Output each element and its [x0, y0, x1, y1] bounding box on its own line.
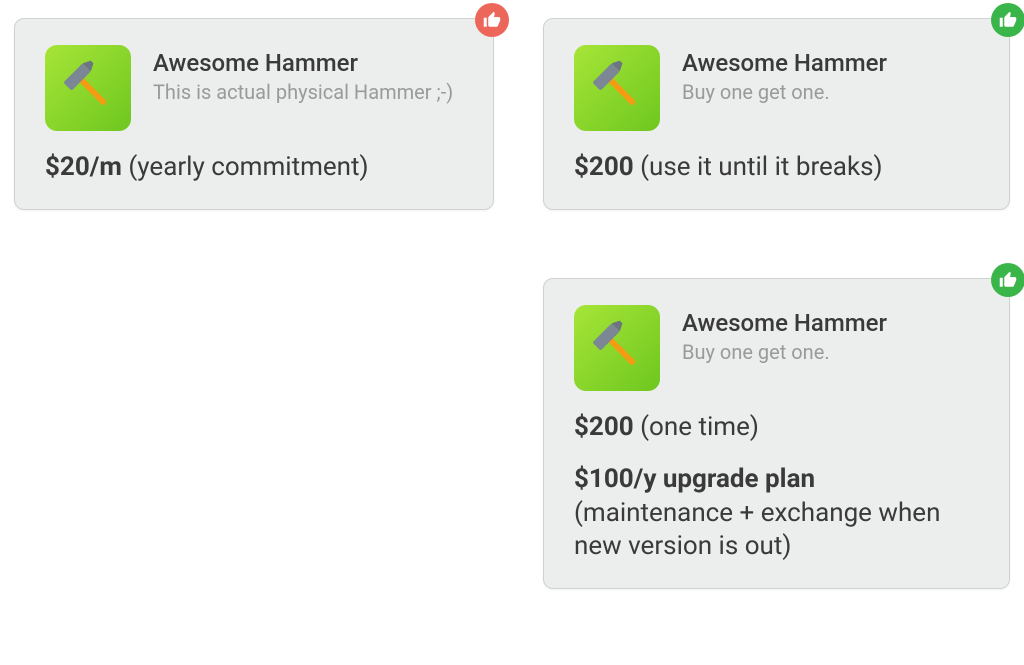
thumbs-up-badge [991, 263, 1024, 297]
thumbs-down-badge [475, 3, 509, 37]
card-header: Awesome Hammer Buy one get one. [574, 45, 979, 131]
card-text: Awesome Hammer Buy one get one. [682, 45, 887, 105]
hammer-icon [57, 57, 119, 119]
price-note: (yearly commitment) [122, 152, 369, 182]
product-title: Awesome Hammer [153, 49, 453, 77]
price-note: (one time) [634, 412, 759, 442]
thumbs-up-icon [999, 271, 1017, 289]
price-value: $200 [574, 412, 634, 442]
product-subtitle: This is actual physical Hammer ;-) [153, 80, 453, 105]
price-line: $200 (use it until it breaks) [574, 151, 979, 185]
thumbs-up-badge [991, 3, 1024, 37]
hammer-icon [586, 317, 648, 379]
card-text: Awesome Hammer Buy one get one. [682, 305, 887, 365]
pricing-card-subscription: Awesome Hammer This is actual physical H… [14, 18, 494, 210]
price-note: (use it until it breaks) [634, 152, 883, 182]
product-icon [45, 45, 131, 131]
product-icon [574, 305, 660, 391]
pricing-card-upgrade: Awesome Hammer Buy one get one. $200 (on… [543, 278, 1010, 589]
hammer-icon [586, 57, 648, 119]
product-title: Awesome Hammer [682, 49, 887, 77]
upgrade-line: $100/y upgrade plan (maintenance + excha… [574, 463, 979, 564]
price-value: $20/m [45, 152, 122, 182]
thumbs-down-icon [483, 11, 501, 29]
upgrade-note: (maintenance + exchange when new version… [574, 498, 940, 562]
price-line: $20/m (yearly commitment) [45, 151, 463, 185]
product-title: Awesome Hammer [682, 309, 887, 337]
product-subtitle: Buy one get one. [682, 80, 887, 105]
card-header: Awesome Hammer Buy one get one. [574, 305, 979, 391]
price-value: $200 [574, 152, 634, 182]
product-subtitle: Buy one get one. [682, 340, 887, 365]
pricing-card-onetime: Awesome Hammer Buy one get one. $200 (us… [543, 18, 1010, 210]
upgrade-value: $100/y upgrade plan [574, 464, 815, 494]
card-text: Awesome Hammer This is actual physical H… [153, 45, 453, 105]
price-line: $200 (one time) [574, 411, 979, 445]
product-icon [574, 45, 660, 131]
card-header: Awesome Hammer This is actual physical H… [45, 45, 463, 131]
thumbs-up-icon [999, 11, 1017, 29]
